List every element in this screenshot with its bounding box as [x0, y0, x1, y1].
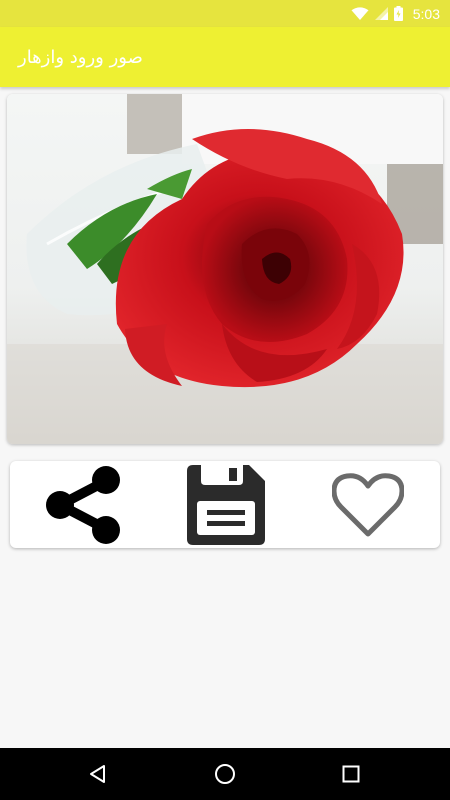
share-icon: [46, 465, 120, 544]
image-card: [7, 94, 443, 444]
app-title: صور ورود وازهار: [18, 46, 143, 68]
rose-photo: [7, 94, 443, 444]
recent-apps-icon: [342, 765, 360, 783]
share-button[interactable]: [32, 461, 132, 548]
cellular-signal-icon: [374, 7, 388, 20]
battery-icon: [393, 6, 403, 21]
wifi-icon: [351, 6, 369, 21]
status-time: 5:03: [412, 5, 440, 22]
favorite-button[interactable]: [318, 461, 418, 548]
recent-apps-button[interactable]: [321, 748, 381, 800]
status-bar: 5:03: [0, 0, 450, 27]
action-card: [10, 461, 440, 548]
heart-outline-icon: [332, 472, 404, 536]
floppy-disk-icon: [187, 464, 265, 545]
navigation-bar: [0, 748, 450, 800]
save-button[interactable]: [175, 461, 275, 548]
back-button[interactable]: [68, 748, 128, 800]
home-icon: [215, 764, 235, 784]
back-icon: [90, 765, 105, 783]
app-bar: صور ورود وازهار: [0, 27, 450, 87]
home-button[interactable]: [195, 748, 255, 800]
